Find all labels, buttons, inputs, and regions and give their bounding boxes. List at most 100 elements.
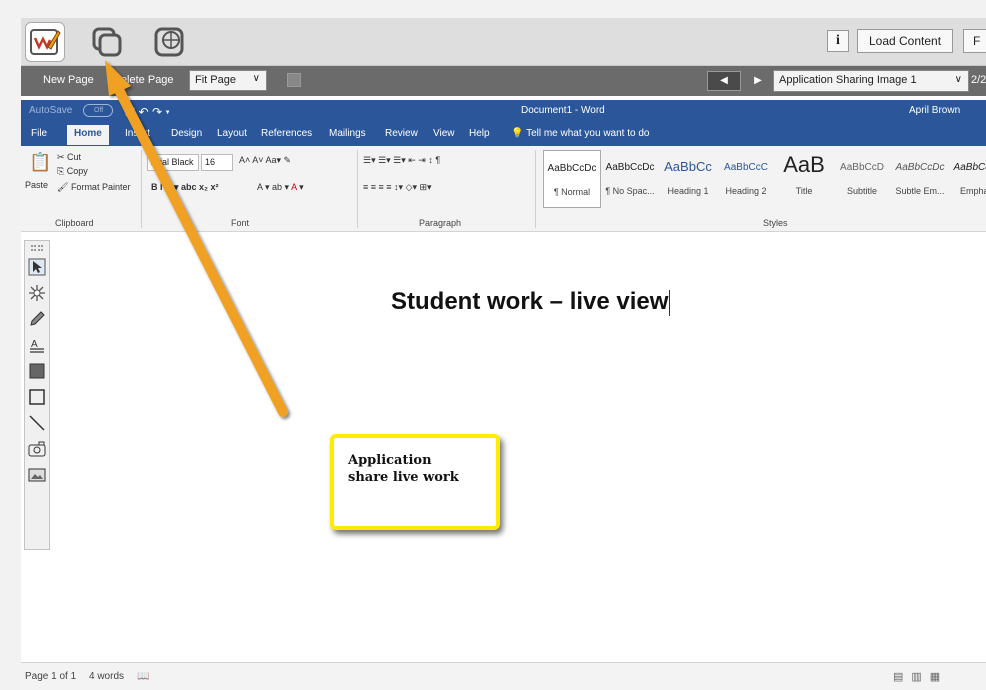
style-sample: AaBbCc (664, 159, 712, 174)
style-sample: AaBbCcD (840, 162, 884, 173)
image-select[interactable]: Application Sharing Image 1 ∨ (773, 70, 969, 92)
style-sample: AaBbCcC (724, 162, 768, 173)
style-sample: AaBbCcDc (547, 163, 597, 174)
pointer-icon (28, 258, 46, 276)
image-select-value: Application Sharing Image 1 (779, 74, 917, 86)
tab-design[interactable]: Design (171, 128, 202, 139)
new-page-button[interactable]: New Page (43, 74, 94, 86)
text-cursor (669, 289, 671, 316)
user-name[interactable]: April Brown (909, 105, 960, 116)
load-content-button[interactable]: Load Content (857, 29, 953, 53)
rectangle-tool[interactable] (27, 387, 47, 407)
style-emphasis[interactable]: AaBbCcDc Empha... (949, 150, 986, 208)
page-thumbnail-icon[interactable] (287, 73, 301, 87)
font-size-select[interactable]: 16 (201, 154, 233, 171)
fit-page-value: Fit Page (195, 74, 236, 86)
previous-image-button[interactable]: ◀ (707, 71, 741, 91)
spotlight-tool[interactable] (27, 283, 47, 303)
line-tool[interactable] (27, 413, 47, 433)
app-toolbar: i Load Content F (21, 18, 986, 66)
ribbon-separator (535, 150, 536, 228)
web-share-button[interactable] (149, 22, 189, 62)
page-count: 2/2 (971, 74, 986, 86)
style-name: Title (795, 186, 813, 196)
tab-references[interactable]: References (261, 128, 312, 139)
tab-file[interactable]: File (31, 128, 47, 139)
tab-layout[interactable]: Layout (217, 128, 247, 139)
lightbulb-icon: 💡 (511, 128, 527, 139)
list-buttons[interactable]: ☰▾ ☰▾ ☰▾ ⇤ ⇥ ↕ ¶ (363, 155, 440, 166)
font-size-controls[interactable]: A˄ A˅ Aa▾ ✎ (239, 155, 291, 166)
autosave-toggle[interactable]: Off (83, 104, 113, 117)
style-subtle-emphasis[interactable]: AaBbCcDc Subtle Em... (891, 150, 949, 208)
filled-rectangle-tool[interactable] (27, 361, 47, 381)
tab-insert[interactable]: Insert (125, 128, 150, 139)
font-name-select[interactable]: Arial Black (147, 154, 199, 171)
annotate-tool-button[interactable] (25, 22, 65, 62)
empty-square-icon (29, 389, 45, 405)
pen-annotate-icon (30, 29, 61, 55)
tab-mailings[interactable]: Mailings (329, 128, 366, 139)
style-no-spacing[interactable]: AaBbCcDc ¶ No Spac... (601, 150, 659, 208)
text-tool[interactable]: A (27, 335, 47, 355)
style-heading-2[interactable]: AaBbCcC Heading 2 (717, 150, 775, 208)
image-tool[interactable] (27, 465, 47, 485)
fit-page-select[interactable]: Fit Page ∨ (189, 70, 267, 91)
text-a-icon: A (30, 339, 44, 353)
tab-review[interactable]: Review (385, 128, 418, 139)
drag-grip-icon[interactable] (31, 245, 43, 251)
view-mode-icons[interactable]: ▤▥▦ (893, 670, 948, 683)
ribbon-home: 📋 Paste ✂ Cut ⎘ Copy 🖌 Format Painter Cl… (21, 146, 986, 232)
select-pointer-tool[interactable] (27, 257, 47, 277)
style-normal[interactable]: AaBbCcDc ¶ Normal (543, 150, 601, 208)
callout-line-1: Application (348, 453, 432, 468)
format-painter-label: Format Painter (70, 182, 131, 192)
style-heading-1[interactable]: AaBbCc Heading 1 (659, 150, 717, 208)
paste-button[interactable]: Paste (25, 180, 48, 190)
info-button[interactable]: i (827, 30, 849, 52)
style-sample: AaBbCcDc (605, 162, 655, 173)
word-count[interactable]: 4 words (89, 671, 124, 682)
format-painter-button[interactable]: 🖌 Format Painter (57, 182, 130, 193)
font-group-label: Font (231, 218, 250, 228)
copy-label: Copy (66, 166, 88, 176)
triangle-left-icon: ◀ (720, 75, 728, 86)
ribbon-tabs: File Home Insert Design Layout Reference… (21, 122, 986, 146)
cut-button[interactable]: ✂ Cut (57, 152, 81, 163)
camera-tool[interactable] (27, 439, 47, 459)
sparkle-icon (29, 285, 45, 301)
chevron-down-icon: ∨ (954, 74, 962, 85)
font-format-buttons[interactable]: B I U ▾ abc x₂ x² (151, 182, 219, 193)
paste-clipboard-icon[interactable]: 📋 (29, 152, 51, 173)
delete-page-button[interactable]: Delete Page (113, 74, 174, 86)
app-window: i Load Content F New Page Delete Page Fi… (21, 18, 986, 690)
proofing-icon[interactable]: 📖 (137, 671, 149, 682)
clipboard-group-label: Clipboard (55, 218, 94, 228)
alignment-buttons[interactable]: ≡ ≡ ≡ ≡ ↕▾ ◇▾ ⊞▾ (363, 182, 432, 193)
tab-help[interactable]: Help (469, 128, 490, 139)
tab-view[interactable]: View (433, 128, 455, 139)
style-sample: AaBbCcDc (953, 162, 986, 173)
diagonal-line-icon (29, 415, 45, 431)
drawing-toolbar: A (24, 240, 50, 550)
document-heading[interactable]: Student work – live view (391, 288, 671, 316)
page-indicator[interactable]: Page 1 of 1 (25, 671, 76, 682)
tab-home[interactable]: Home (67, 125, 109, 145)
style-sample: AaB (783, 152, 825, 177)
triangle-right-icon: ▶ (754, 75, 762, 86)
next-image-button[interactable]: ▶ (745, 71, 771, 91)
quick-access-icons[interactable]: 🖫 ↶ ↷ ▾ (125, 103, 170, 124)
application-share-button[interactable] (87, 22, 127, 62)
style-name: Subtle Em... (895, 186, 945, 196)
style-name: Heading 1 (667, 186, 709, 196)
style-title[interactable]: AaB Title (775, 150, 833, 208)
pen-tool[interactable] (27, 309, 47, 329)
pencil-icon (30, 311, 45, 326)
copy-button[interactable]: ⎘ Copy (57, 166, 88, 177)
tell-me-search[interactable]: 💡 Tell me what you want to do (511, 128, 649, 139)
style-subtitle[interactable]: AaBbCcD Subtitle (833, 150, 891, 208)
document-title: Document1 - Word (521, 105, 605, 116)
style-name: Heading 2 (725, 186, 767, 196)
partial-toolbar-button[interactable]: F (963, 29, 986, 53)
font-color-buttons[interactable]: A ▾ ab ▾ A ▾ (257, 182, 304, 193)
